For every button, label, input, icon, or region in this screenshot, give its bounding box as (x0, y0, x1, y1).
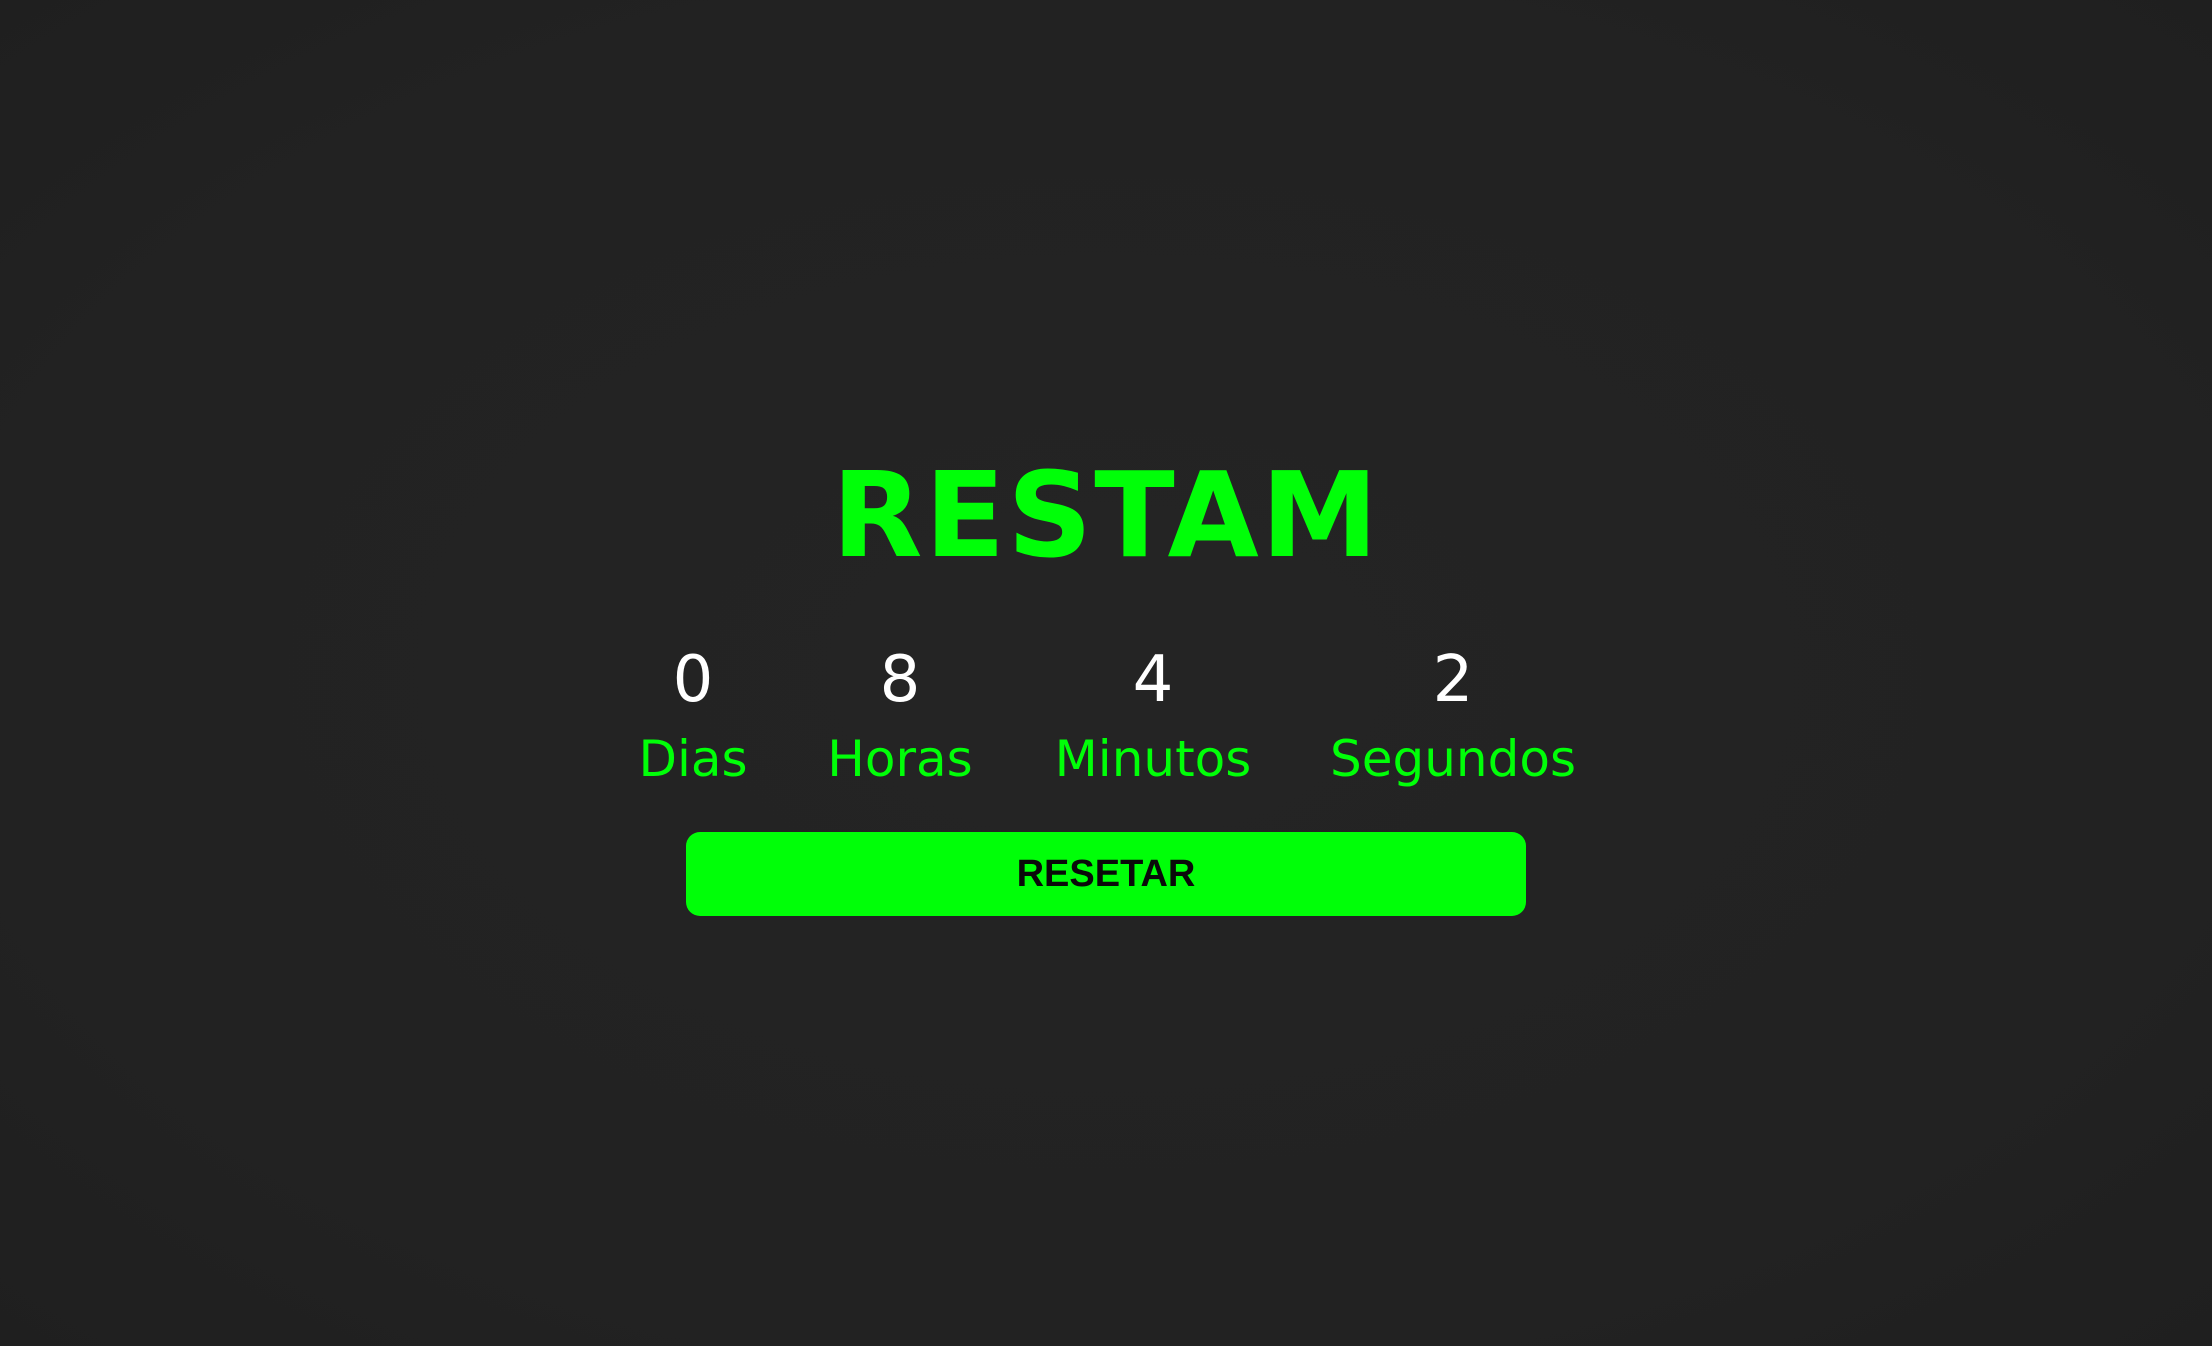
minutes-value: 4 (1132, 643, 1174, 717)
countdown-minutes: 4 Minutos (993, 640, 1313, 798)
reset-button[interactable]: RESETAR (686, 832, 1526, 916)
countdown-page: RESTAM 0 Dias 8 Horas 4 Minutos 2 Segund… (0, 0, 2212, 1346)
countdown-seconds: 2 Segundos (1293, 640, 1613, 798)
page-title: RESTAM (831, 446, 1381, 584)
minutes-label: Minutos (1054, 730, 1252, 788)
seconds-label: Segundos (1330, 730, 1576, 788)
seconds-value: 2 (1432, 643, 1474, 717)
